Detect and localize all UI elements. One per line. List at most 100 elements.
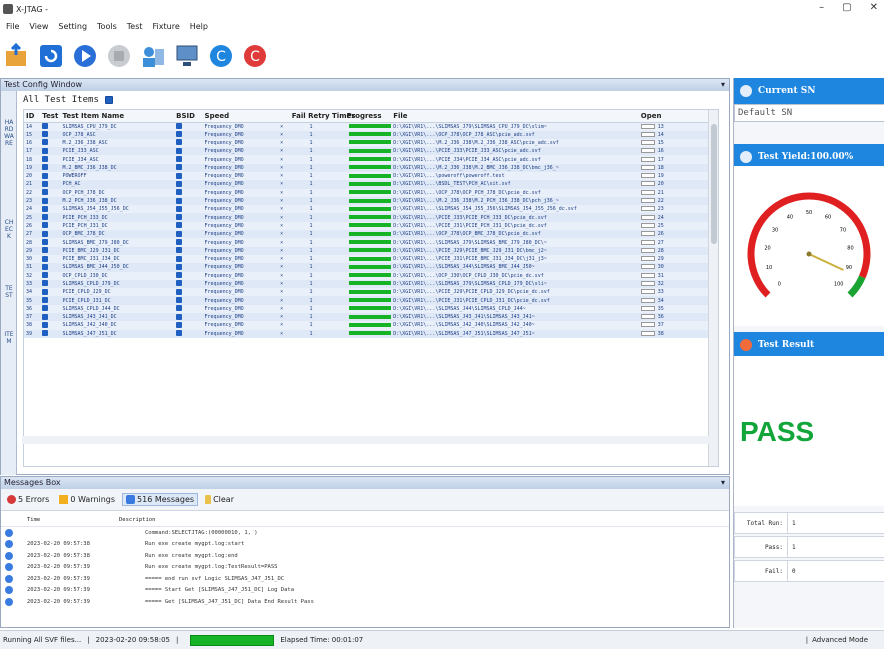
bsid-checkbox[interactable] xyxy=(176,321,183,328)
cell-file[interactable]: D:\XGI\VR1\...\PCIE_J31\PCIE_CPLD_J31_DC… xyxy=(391,296,639,305)
test-checkbox[interactable] xyxy=(42,205,49,212)
cell-speed[interactable]: Frequency_DMO xyxy=(202,188,272,197)
test-checkbox[interactable] xyxy=(42,139,49,146)
mode-label[interactable]: Advanced Mode xyxy=(812,636,868,644)
cell-retry[interactable]: 1 xyxy=(289,163,331,172)
open-button[interactable] xyxy=(640,330,655,336)
cell-speed[interactable]: Frequency_DMO xyxy=(202,138,272,148)
table-row[interactable]: 34 PCIE_CPLD_J29_DC Frequency_DMO × 1 D:\XGI\… xyxy=(24,288,718,297)
table-row[interactable]: 15 OCP_J78_ASC Frequency_DMO × 1 D:\XGI\VR1\.… xyxy=(24,130,718,139)
table-row[interactable]: 20 POWEROFF Frequency_DMO × 1 D:\XGI\VR1\...\… xyxy=(24,171,718,181)
test-checkbox[interactable] xyxy=(42,189,49,196)
menu-fixture[interactable]: Fixture xyxy=(153,22,180,31)
cell-speed[interactable]: Frequency_DMO xyxy=(202,205,272,214)
cell-file[interactable]: D:\XGI\VR1\...\SLIMSAS_J42_J40\SLIMSAS_J… xyxy=(391,321,639,330)
cell-retry[interactable]: 1 xyxy=(289,263,331,272)
cell-file[interactable]: D:\XGI\VR1\...\SLIMSAS_J47_J51\SLIMSAS_J… xyxy=(391,329,639,338)
cell-file[interactable]: D:\XGI\VR1\...\SLIMSAS_J79\SLIMSAS_CPU_J… xyxy=(391,122,639,131)
bsid-checkbox[interactable] xyxy=(176,205,183,212)
side-tab-test[interactable]: TEST xyxy=(4,285,14,299)
cell-speed[interactable]: Frequency_DMO xyxy=(202,171,272,181)
test-checkbox[interactable] xyxy=(42,164,49,171)
cell-retry[interactable]: 1 xyxy=(289,254,331,264)
bsid-checkbox[interactable] xyxy=(176,330,183,337)
test-checkbox[interactable] xyxy=(42,305,49,312)
bsid-checkbox[interactable] xyxy=(176,222,183,229)
cell-retry[interactable]: 1 xyxy=(289,147,331,156)
cell-retry[interactable]: 1 xyxy=(289,138,331,148)
cell-file[interactable]: D:\XGI\VR1\...\SLIMSAS_J54_J55_J56\SLIMS… xyxy=(391,205,639,214)
test-checkbox[interactable] xyxy=(42,214,49,221)
table-row[interactable]: 35 PCIE_CPLD_J31_DC Frequency_DMO × 1 D:\XGI\… xyxy=(24,296,718,305)
bsid-checkbox[interactable] xyxy=(176,247,183,254)
bsid-checkbox[interactable] xyxy=(176,263,183,270)
bsid-checkbox[interactable] xyxy=(176,239,183,245)
col-file[interactable]: File xyxy=(391,110,639,123)
cell-speed[interactable]: Frequency_DMO xyxy=(202,238,272,247)
table-row[interactable]: 31 SLIMSAS_BMC_J44_J50_DC Frequency_DMO × 1 D… xyxy=(24,263,718,272)
message-row[interactable]: 2023-02-20 09:57:38 Run exe create mygpt.… xyxy=(1,550,729,562)
bsid-checkbox[interactable] xyxy=(176,313,183,320)
table-row[interactable]: 17 PCIE_J33_ASC Frequency_DMO × 1 D:\XGI\VR1\… xyxy=(24,147,718,156)
menu-test[interactable]: Test xyxy=(127,22,143,31)
bsid-checkbox[interactable] xyxy=(176,180,183,187)
reload-button[interactable] xyxy=(38,43,64,69)
open-button[interactable] xyxy=(640,139,655,145)
bsid-checkbox[interactable] xyxy=(176,131,183,138)
cell-file[interactable]: D:\XGI\VR1\...\SLIMSAS_J79\SLIMSAS_CPLD_… xyxy=(391,279,639,289)
cell-speed[interactable]: Frequency_DMO xyxy=(202,304,272,314)
message-row[interactable]: 2023-02-20 09:57:38 Run exe create mygpt.… xyxy=(1,539,729,551)
maximize-button[interactable]: ▢ xyxy=(842,2,851,13)
open-button[interactable] xyxy=(640,214,655,220)
cell-speed[interactable]: Frequency_DMO xyxy=(202,130,272,139)
cell-retry[interactable]: 1 xyxy=(289,196,331,206)
table-row[interactable]: 23 M.2_PCH_J36_J38_DC Frequency_DMO × 1 D:\XG… xyxy=(24,196,718,206)
cell-retry[interactable]: 1 xyxy=(289,238,331,247)
cell-speed[interactable]: Frequency_DMO xyxy=(202,213,272,222)
col-id[interactable]: ID xyxy=(24,110,41,123)
open-folder-button[interactable] xyxy=(4,43,30,69)
cell-file[interactable]: D:\XGI\VR1\...\PCIE_J31\PCIE_BMC_J31_J34… xyxy=(391,254,639,264)
cell-speed[interactable]: Frequency_DMO xyxy=(202,313,272,322)
message-row[interactable]: 2023-02-20 09:57:39 Run exe create mygpt.… xyxy=(1,562,729,574)
menu-view[interactable]: View xyxy=(29,22,48,31)
bsid-checkbox[interactable] xyxy=(176,123,183,129)
bsid-checkbox[interactable] xyxy=(176,189,183,196)
table-row[interactable]: 36 SLIMSAS_CPLD_J44_DC Frequency_DMO × 1 D:\X… xyxy=(24,304,718,314)
col-speed[interactable]: Speed xyxy=(202,110,272,123)
col-fail-retry[interactable]: Fail Retry Times xyxy=(289,110,355,123)
open-button[interactable] xyxy=(640,264,655,270)
test-checkbox[interactable] xyxy=(42,172,49,179)
bsid-checkbox[interactable] xyxy=(176,230,183,237)
cell-speed[interactable]: Frequency_DMO xyxy=(202,230,272,239)
cell-retry[interactable]: 1 xyxy=(289,304,331,314)
power-button[interactable]: C xyxy=(242,43,268,69)
cell-speed[interactable]: Frequency_DMO xyxy=(202,329,272,338)
col-test[interactable]: Test xyxy=(40,110,61,123)
table-row[interactable]: 18 PCIE_J34_ASC Frequency_DMO × 1 D:\XGI\VR1\… xyxy=(24,155,718,164)
table-row[interactable]: 21 PCH_AC Frequency_DMO × 1 D:\XGI\VR1\...\BS… xyxy=(24,180,718,189)
test-checkbox[interactable] xyxy=(42,263,49,270)
test-checkbox[interactable] xyxy=(42,239,49,245)
table-row[interactable]: 14 SLIMSAS_CPU_J79_DC Frequency_DMO × 1 D:\XG… xyxy=(24,122,718,131)
cell-speed[interactable]: Frequency_DMO xyxy=(202,196,272,206)
open-button[interactable] xyxy=(640,222,655,228)
bsid-checkbox[interactable] xyxy=(176,272,183,279)
cell-speed[interactable]: Frequency_DMO xyxy=(202,288,272,297)
cell-speed[interactable]: Frequency_DMO xyxy=(202,221,272,231)
table-row[interactable]: 19 M.2_BMC_J36_J38_DC Frequency_DMO × 1 D:\XG… xyxy=(24,163,718,172)
side-tab-check[interactable]: CHECK xyxy=(4,219,14,240)
cell-speed[interactable]: Frequency_DMO xyxy=(202,155,272,164)
cell-retry[interactable]: 1 xyxy=(289,279,331,289)
table-row[interactable]: 24 SLIMSAS_J54_J55_J56_DC Frequency_DMO × 1 D… xyxy=(24,205,718,214)
errors-tab[interactable]: 5 Errors xyxy=(4,494,52,505)
bsid-checkbox[interactable] xyxy=(176,139,183,146)
bsid-checkbox[interactable] xyxy=(176,255,183,262)
cell-speed[interactable]: Frequency_DMO xyxy=(202,263,272,272)
stop-button[interactable] xyxy=(106,43,132,69)
cell-speed[interactable]: Frequency_DMO xyxy=(202,147,272,156)
cell-retry[interactable]: 1 xyxy=(289,122,331,131)
message-row[interactable]: 2023-02-20 09:57:39 ===== end run svf Log… xyxy=(1,573,729,585)
cell-retry[interactable]: 1 xyxy=(289,288,331,297)
cell-speed[interactable]: Frequency_DMO xyxy=(202,254,272,264)
